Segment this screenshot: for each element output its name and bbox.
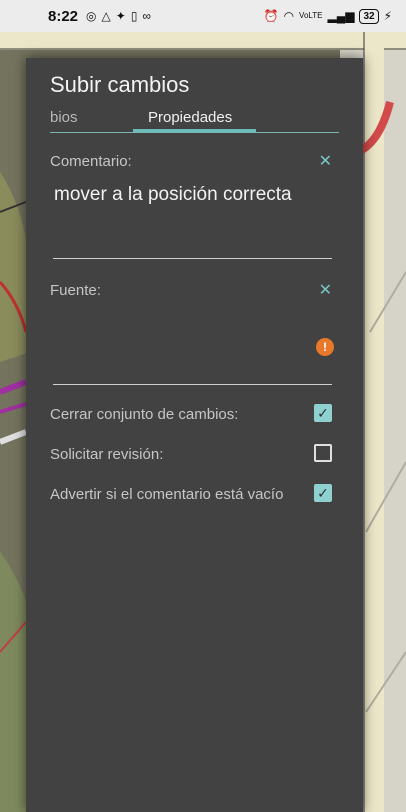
option-request-review[interactable]: Solicitar revisión: <box>50 444 332 466</box>
clear-comment-icon[interactable]: ✕ <box>319 151 332 171</box>
messenger-icon: ✦ <box>115 9 126 23</box>
status-left: 8:22 ◎ △ ✦ ▯ ∞ <box>48 8 151 25</box>
sim-icon: ▯ <box>130 9 138 23</box>
cloud-icon: △ <box>101 9 111 23</box>
volte-icon: VoLTE <box>299 11 323 20</box>
source-underline <box>53 384 332 385</box>
status-bar: 8:22 ◎ △ ✦ ▯ ∞ ⏰ ◠ VoLTE ▂▄▆ 32 ⚡ <box>0 0 406 32</box>
tab-cambios[interactable]: bios <box>50 109 78 126</box>
warn-empty-comment-checkbox[interactable]: ✓ <box>314 484 332 502</box>
whatsapp-icon: ◎ <box>86 9 97 23</box>
comment-label: Comentario: <box>50 153 132 170</box>
signal-icon: ▂▄▆ <box>327 9 355 23</box>
source-label: Fuente: <box>50 282 101 299</box>
status-time: 8:22 <box>48 7 79 25</box>
tab-divider <box>50 132 339 133</box>
option-label: Cerrar conjunto de cambios: <box>50 406 239 423</box>
comment-input[interactable]: mover a la posición correcta <box>54 184 292 206</box>
option-warn-empty-comment[interactable]: Advertir si el comentario está vacío ✓ <box>50 484 332 506</box>
alarm-icon: ⏰ <box>263 9 279 23</box>
voicemail-icon: ∞ <box>142 9 151 23</box>
request-review-checkbox[interactable] <box>314 444 332 462</box>
status-right: ⏰ ◠ VoLTE ▂▄▆ 32 ⚡ <box>263 8 392 24</box>
dialog-title: Subir cambios <box>50 72 190 97</box>
tab-propiedades[interactable]: Propiedades <box>148 109 232 126</box>
tab-bar: bios Propiedades <box>26 102 363 133</box>
option-close-changeset[interactable]: Cerrar conjunto de cambios: ✓ <box>50 404 332 426</box>
wifi-icon: ◠ <box>283 9 295 23</box>
source-input[interactable] <box>54 318 304 358</box>
comment-underline <box>53 258 332 259</box>
close-changeset-checkbox[interactable]: ✓ <box>314 404 332 422</box>
warning-icon: ! <box>316 338 334 356</box>
charging-icon: ⚡ <box>383 9 392 23</box>
clear-source-icon[interactable]: ✕ <box>319 280 332 300</box>
option-label: Advertir si el comentario está vacío <box>50 486 284 503</box>
upload-changes-dialog: Subir cambios bios Propiedades Comentari… <box>26 58 363 812</box>
battery-indicator: 32 <box>359 8 379 24</box>
option-label: Solicitar revisión: <box>50 446 164 463</box>
